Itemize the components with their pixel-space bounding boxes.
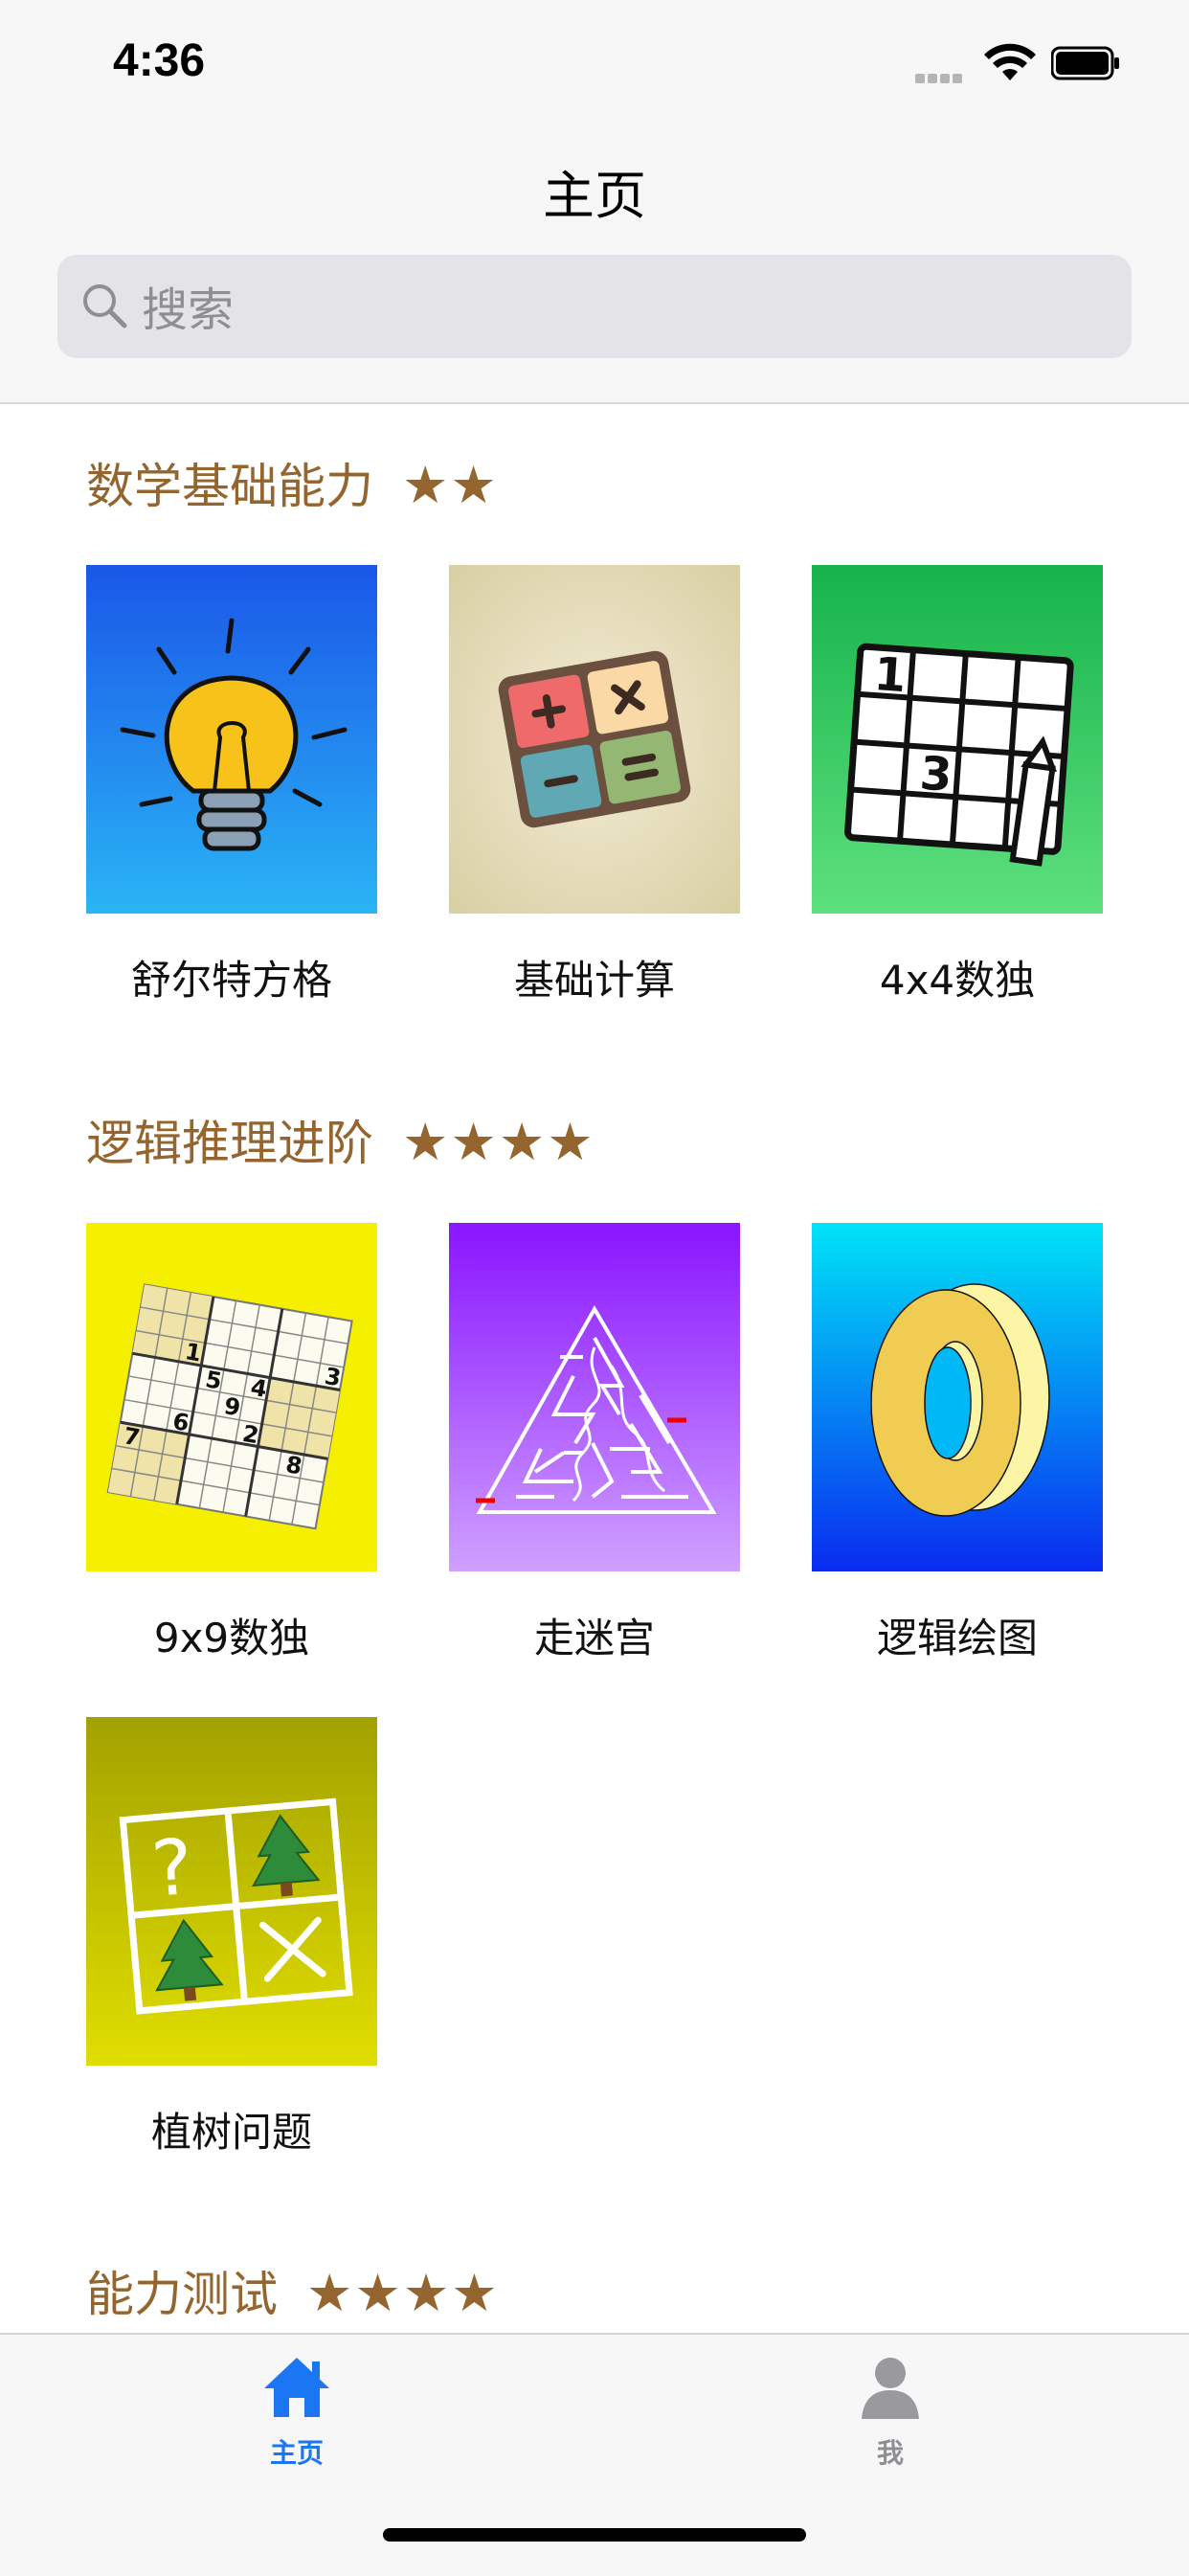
tile-label: 4x4数独 bbox=[879, 957, 1036, 1004]
cellular-signal-icon bbox=[915, 69, 965, 87]
svg-text:3: 3 bbox=[918, 747, 953, 802]
section-title-ability-test: 能力测试 ★★★★ bbox=[86, 2263, 500, 2323]
tab-home-label: 主页 bbox=[269, 2437, 324, 2469]
search-icon bbox=[83, 284, 127, 328]
calculator-icon bbox=[498, 650, 691, 828]
tab-me[interactable]: 我 bbox=[795, 2352, 986, 2471]
tile-label: 植树问题 bbox=[150, 2109, 312, 2156]
schulte-grid-tile[interactable] bbox=[86, 565, 377, 914]
star-rating: ★★★★ bbox=[402, 1112, 595, 1172]
battery-icon bbox=[1051, 46, 1119, 80]
sudoku-9x9-tile[interactable]: 15 4 396 278 bbox=[86, 1223, 377, 1571]
person-icon bbox=[862, 2358, 919, 2419]
tile-label: 走迷宫 bbox=[533, 1615, 655, 1661]
section-title-math-basics: 数学基础能力 ★★ bbox=[86, 455, 499, 515]
impossible-ring-icon bbox=[870, 1283, 1050, 1517]
svg-text:?: ? bbox=[148, 1822, 196, 1914]
search-placeholder: 搜索 bbox=[142, 283, 235, 337]
sudoku-4x4-tile[interactable]: 1 3 bbox=[812, 565, 1103, 914]
status-time: 4:36 bbox=[113, 35, 206, 86]
star-rating: ★★★★ bbox=[306, 2263, 500, 2323]
tab-me-label: 我 bbox=[876, 2437, 904, 2469]
tile-label: 逻辑绘图 bbox=[876, 1615, 1038, 1661]
tile-label: 基础计算 bbox=[513, 957, 675, 1004]
svg-text:1: 1 bbox=[872, 647, 908, 703]
star-rating: ★★ bbox=[402, 455, 499, 515]
sudoku-9x9-icon: 15 4 396 278 bbox=[106, 1283, 353, 1530]
navigation-bar: 4:36 主页 搜索 bbox=[0, 0, 1189, 404]
wifi-icon bbox=[984, 43, 1036, 80]
home-indicator[interactable] bbox=[383, 2528, 806, 2542]
tile-label: 9x9数独 bbox=[153, 1615, 310, 1661]
logic-drawing-tile[interactable] bbox=[812, 1223, 1103, 1571]
basic-calculation-tile[interactable] bbox=[449, 565, 740, 914]
section-title-logic: 逻辑推理进阶 ★★★★ bbox=[86, 1112, 595, 1172]
tree-planting-tile[interactable]: ? bbox=[86, 1717, 377, 2066]
tile-label: 舒尔特方格 bbox=[130, 957, 332, 1004]
search-input[interactable]: 搜索 bbox=[57, 255, 1132, 358]
tab-home[interactable]: 主页 bbox=[201, 2352, 393, 2471]
maze-tile[interactable] bbox=[449, 1223, 740, 1571]
home-icon bbox=[264, 2358, 329, 2417]
page-title: 主页 bbox=[543, 166, 646, 226]
